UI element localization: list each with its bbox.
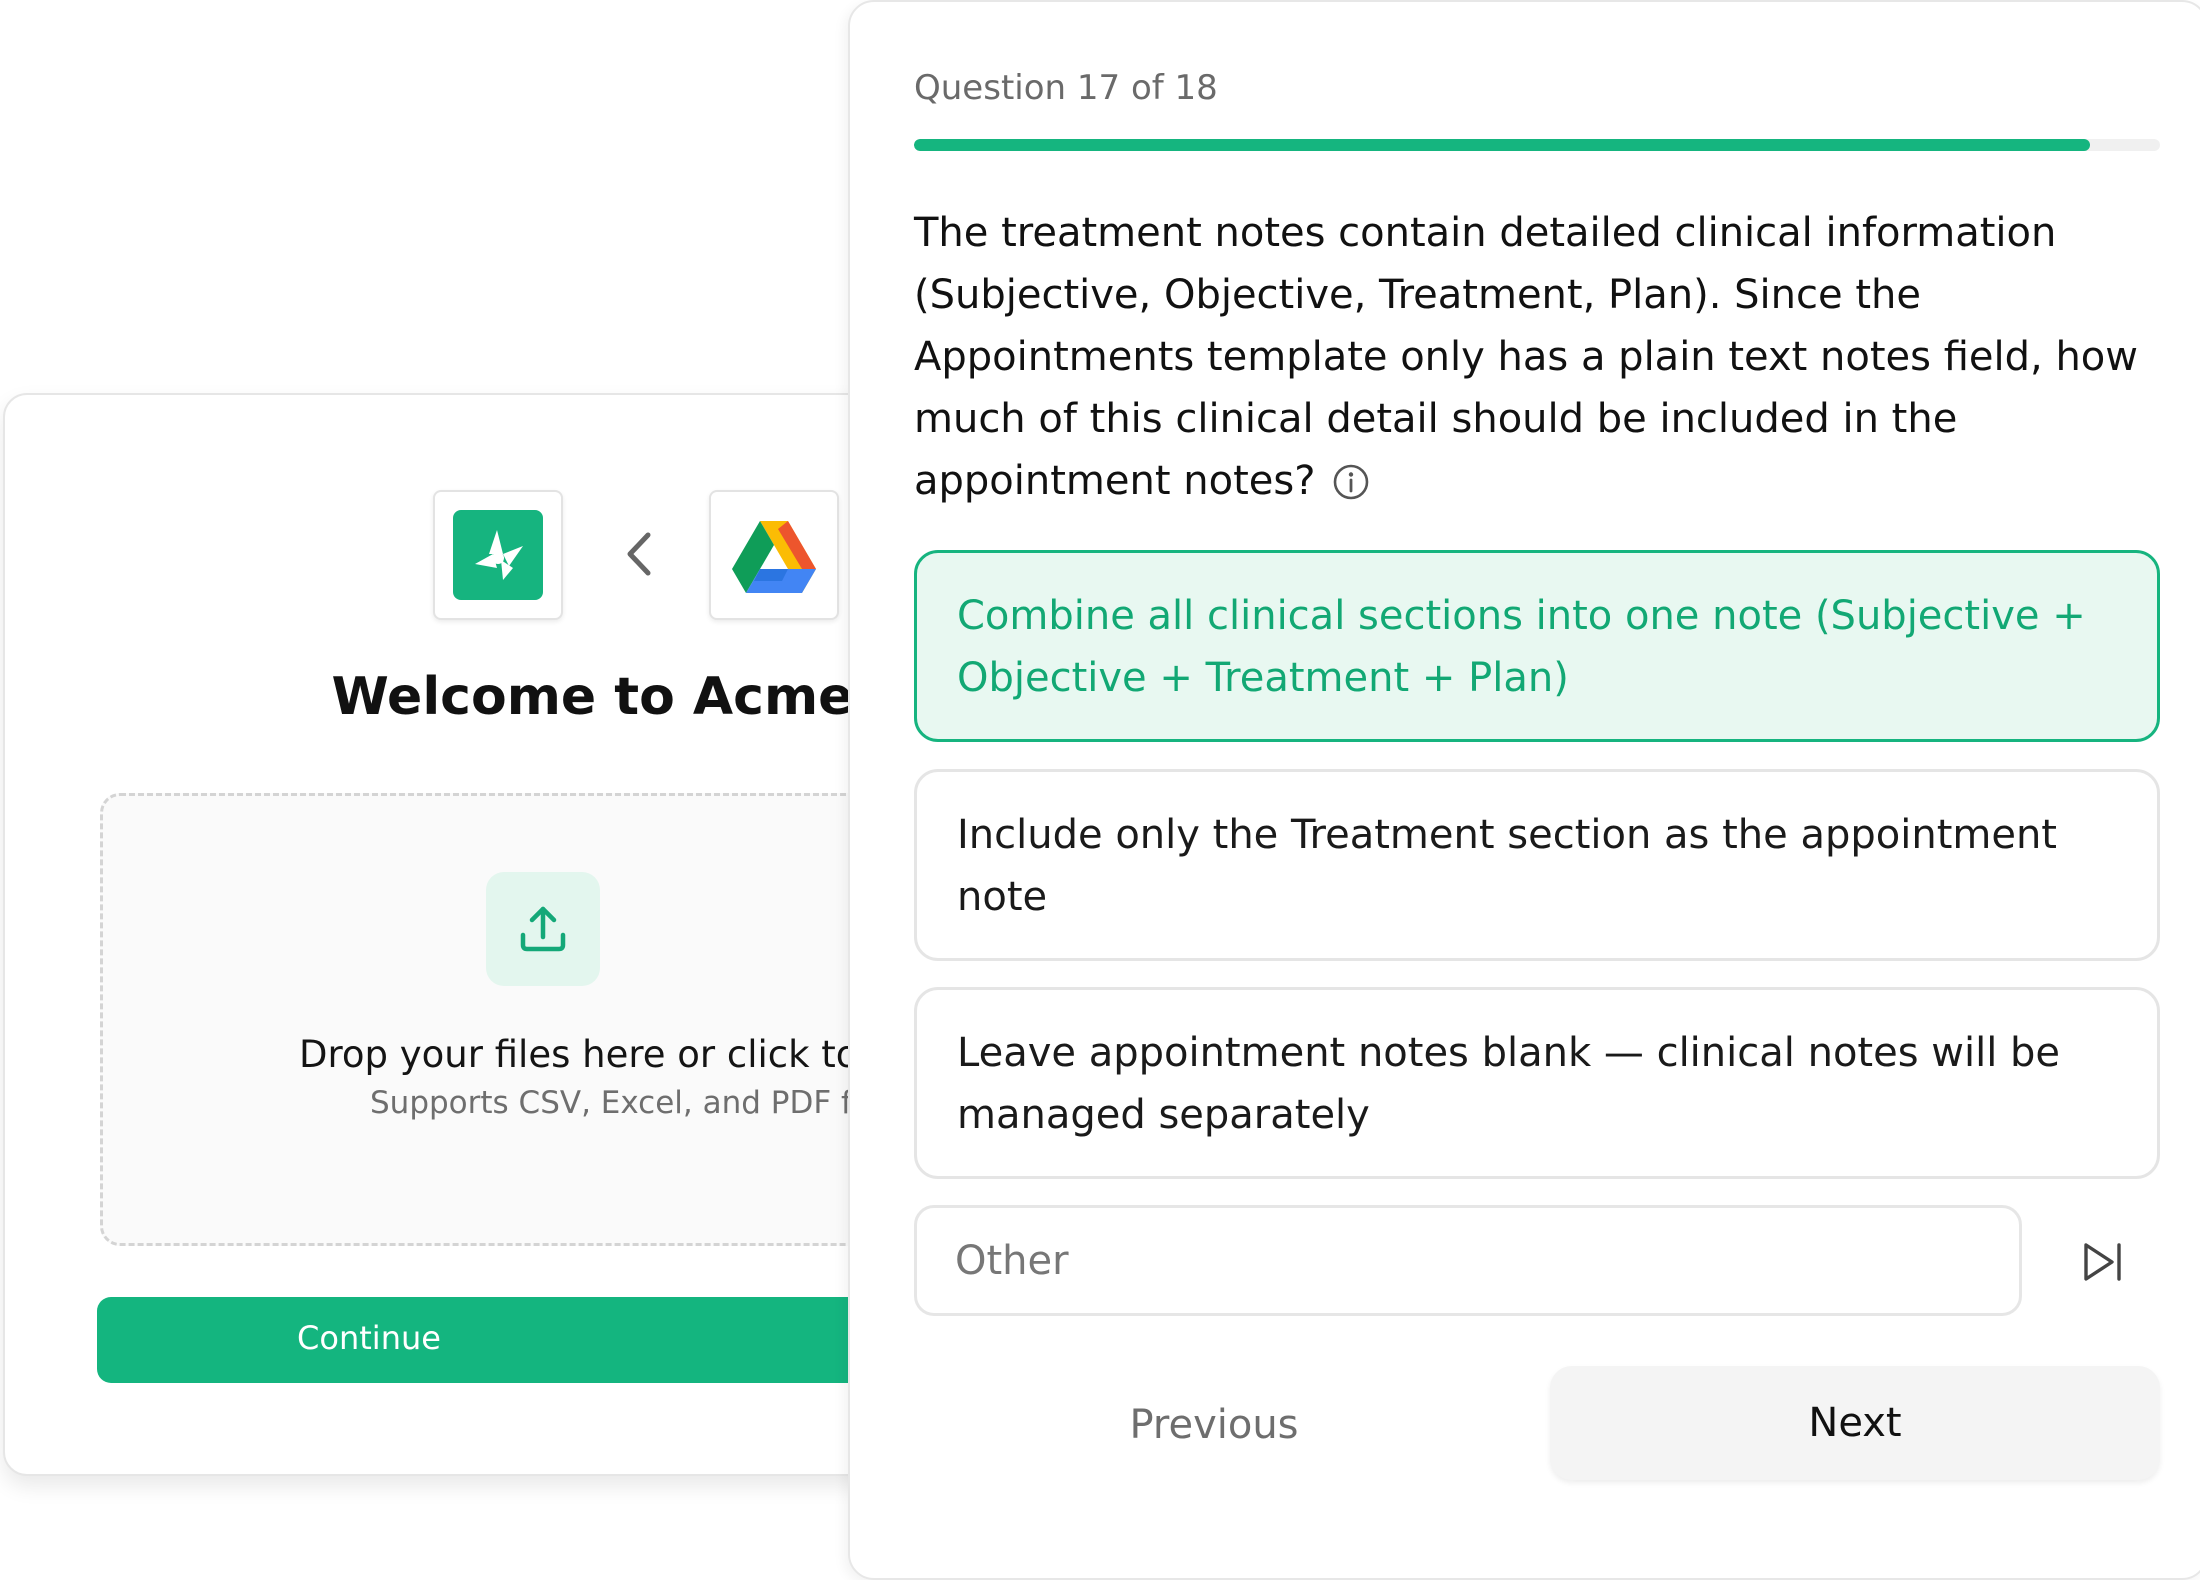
question-panel: Question 17 of 18 The treatment notes co…	[848, 0, 2200, 1580]
option-label: Combine all clinical sections into one n…	[957, 593, 2086, 701]
question-text-block: The treatment notes contain detailed cli…	[914, 202, 2144, 512]
continue-label: Continue	[297, 1319, 441, 1357]
option-combine-all-sections[interactable]: Combine all clinical sections into one n…	[914, 550, 2160, 742]
welcome-title: Welcome to Acme	[331, 667, 854, 727]
dropzone-primary-text: Drop your files here or click to b	[299, 1033, 894, 1076]
acme-logo	[433, 490, 563, 620]
google-drive-icon	[732, 521, 816, 593]
progress-bar	[914, 139, 2160, 151]
import-card: Welcome to Acme Drop your files here or …	[3, 393, 903, 1476]
option-label: Leave appointment notes blank — clinical…	[957, 1030, 2061, 1138]
option-label: Include only the Treatment section as th…	[957, 812, 2057, 920]
dropzone-secondary-text: Supports CSV, Excel, and PDF f	[370, 1085, 852, 1121]
acme-logo-icon	[453, 510, 543, 600]
question-text: The treatment notes contain detailed cli…	[914, 210, 2138, 504]
progress-fill	[914, 139, 2091, 151]
question-counter: Question 17 of 18	[914, 68, 1218, 108]
option-leave-blank[interactable]: Leave appointment notes blank — clinical…	[914, 987, 2160, 1179]
option-treatment-only[interactable]: Include only the Treatment section as th…	[914, 769, 2160, 961]
other-answer-input[interactable]	[914, 1205, 2022, 1316]
info-icon[interactable]	[1331, 458, 1371, 500]
google-drive-logo	[709, 490, 839, 620]
continue-button[interactable]: Continue	[97, 1297, 901, 1383]
chevron-left-icon	[617, 529, 661, 579]
skip-forward-icon[interactable]	[2072, 1232, 2132, 1292]
upload-icon	[486, 872, 600, 986]
previous-button[interactable]: Previous	[914, 1368, 1514, 1482]
next-button[interactable]: Next	[1550, 1366, 2160, 1480]
file-dropzone[interactable]	[100, 793, 901, 1246]
